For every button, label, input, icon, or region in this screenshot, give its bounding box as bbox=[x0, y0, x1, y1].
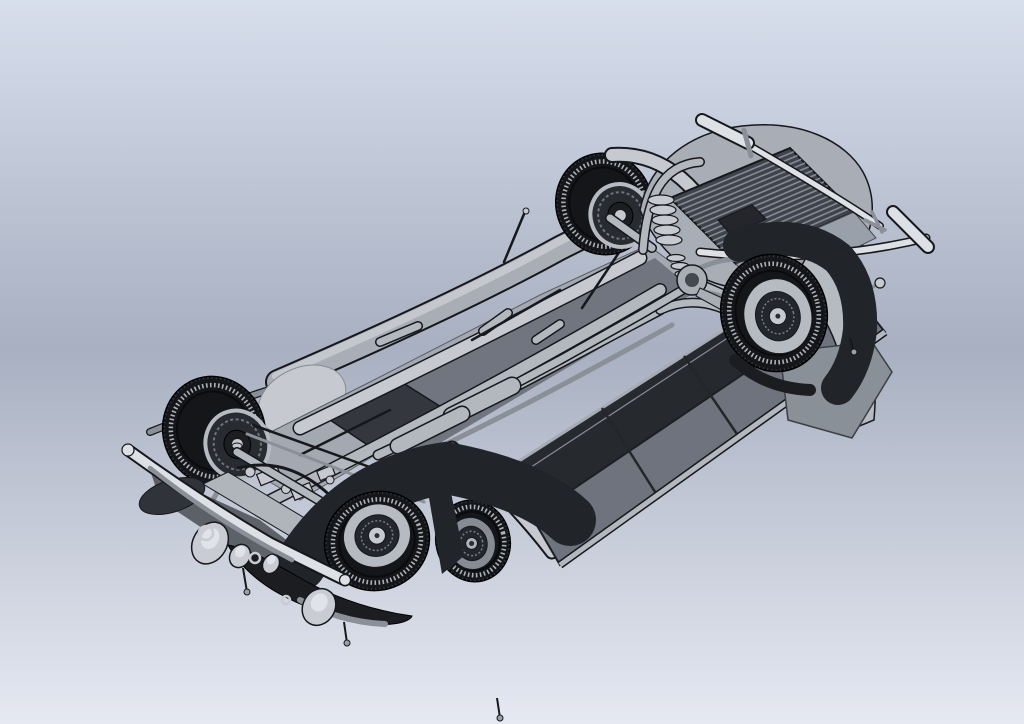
cad-viewport bbox=[0, 0, 1024, 724]
pin-tip bbox=[244, 589, 250, 595]
coil-spring-ring bbox=[656, 235, 682, 245]
coil-spring-ring bbox=[654, 225, 680, 235]
pin-tip bbox=[344, 640, 350, 646]
differential-center bbox=[685, 273, 699, 287]
coil-spring-ring bbox=[648, 195, 674, 205]
coil-spring-ring bbox=[652, 215, 678, 225]
3d-viewport-canvas[interactable] bbox=[0, 0, 1024, 724]
linkage-joint bbox=[326, 476, 334, 484]
pin-tip bbox=[497, 715, 503, 721]
u-joint-ring bbox=[667, 255, 685, 262]
bumper-end-cap bbox=[122, 444, 134, 456]
rod-ball-tip bbox=[523, 208, 529, 214]
linkage-joint bbox=[245, 467, 255, 477]
bumper-end-cap bbox=[340, 575, 351, 586]
pin-tip bbox=[851, 349, 857, 355]
coil-spring-ring bbox=[650, 205, 676, 215]
stalk-ball bbox=[875, 278, 885, 288]
